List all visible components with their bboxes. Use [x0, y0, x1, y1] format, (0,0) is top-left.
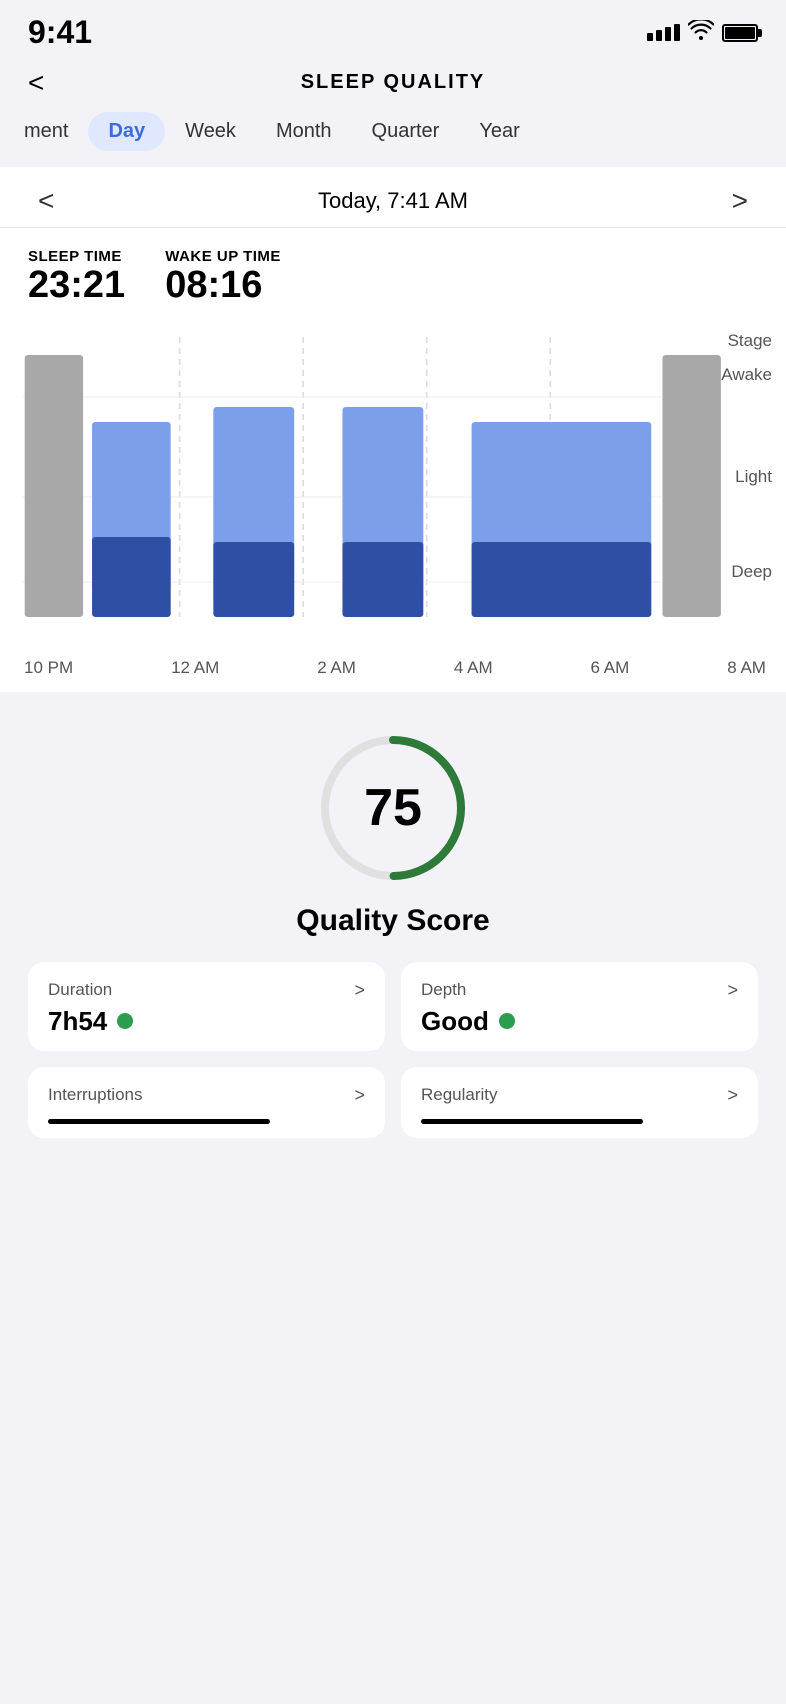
x-label-6am: 6 AM: [591, 658, 630, 678]
main-card: < Today, 7:41 AM > SLEEP TIME 23:21 WAKE…: [0, 167, 786, 692]
chart-x-labels: 10 PM 12 AM 2 AM 4 AM 6 AM 8 AM: [0, 652, 786, 692]
next-date-button[interactable]: >: [722, 185, 758, 217]
tab-week[interactable]: Week: [165, 112, 256, 151]
depth-label: Depth >: [421, 980, 738, 1000]
page-title: SLEEP QUALITY: [301, 71, 486, 94]
status-bar: 9:41: [0, 0, 786, 61]
tab-quarter[interactable]: Quarter: [352, 112, 460, 151]
sleep-stats: SLEEP TIME 23:21 WAKE UP TIME 08:16: [0, 228, 786, 317]
score-value: 75: [364, 778, 422, 838]
light-label: Light: [735, 467, 772, 487]
header: < SLEEP QUALITY: [0, 61, 786, 112]
metric-cards-row: Duration > 7h54 Depth > Good: [28, 962, 758, 1051]
awake-label: Awake: [721, 365, 772, 385]
stage-label: Stage: [728, 331, 772, 351]
wake-up-time-value: 08:16: [165, 265, 281, 307]
sleep-chart-area: Stage Awake Light Deep: [0, 317, 786, 692]
x-label-8am: 8 AM: [727, 658, 766, 678]
back-button[interactable]: <: [28, 67, 44, 99]
tab-month[interactable]: Month: [256, 112, 352, 151]
x-label-10pm: 10 PM: [24, 658, 73, 678]
battery-icon: [722, 24, 758, 42]
current-date-label: Today, 7:41 AM: [318, 188, 468, 214]
interruptions-card[interactable]: Interruptions >: [28, 1067, 385, 1138]
duration-value: 7h54: [48, 1006, 365, 1037]
prev-date-button[interactable]: <: [28, 185, 64, 217]
signal-icon: [647, 24, 680, 41]
wake-up-time-group: WAKE UP TIME 08:16: [165, 248, 281, 307]
score-section: 75 Quality Score Duration > 7h54 Depth >…: [0, 692, 786, 1158]
tab-day[interactable]: Day: [88, 112, 165, 151]
duration-status-dot: [117, 1013, 133, 1029]
sleep-time-group: SLEEP TIME 23:21: [28, 248, 125, 307]
duration-label: Duration >: [48, 980, 365, 1000]
status-time: 9:41: [28, 14, 92, 51]
depth-value: Good: [421, 1006, 738, 1037]
score-title: Quality Score: [296, 904, 489, 938]
status-icons: [647, 20, 758, 46]
deep-label: Deep: [731, 562, 772, 582]
sleep-time-label: SLEEP TIME: [28, 248, 125, 265]
x-label-4am: 4 AM: [454, 658, 493, 678]
x-label-2am: 2 AM: [317, 658, 356, 678]
wifi-icon: [688, 20, 714, 46]
sleep-time-value: 23:21: [28, 265, 125, 307]
regularity-card[interactable]: Regularity >: [401, 1067, 758, 1138]
score-circle: 75: [313, 728, 473, 888]
bottom-metric-row: Interruptions > Regularity >: [28, 1067, 758, 1138]
wake-up-time-label: WAKE UP TIME: [165, 248, 281, 265]
tab-bar: ment Day Week Month Quarter Year: [0, 112, 786, 167]
interruptions-bar: [48, 1119, 270, 1124]
date-nav: < Today, 7:41 AM >: [0, 167, 786, 228]
sleep-chart-svg: [0, 327, 786, 647]
regularity-bar: [421, 1119, 643, 1124]
depth-card[interactable]: Depth > Good: [401, 962, 758, 1051]
tab-movement[interactable]: ment: [4, 112, 88, 151]
duration-card[interactable]: Duration > 7h54: [28, 962, 385, 1051]
depth-status-dot: [499, 1013, 515, 1029]
x-label-12am: 12 AM: [171, 658, 219, 678]
tab-year[interactable]: Year: [459, 112, 539, 151]
